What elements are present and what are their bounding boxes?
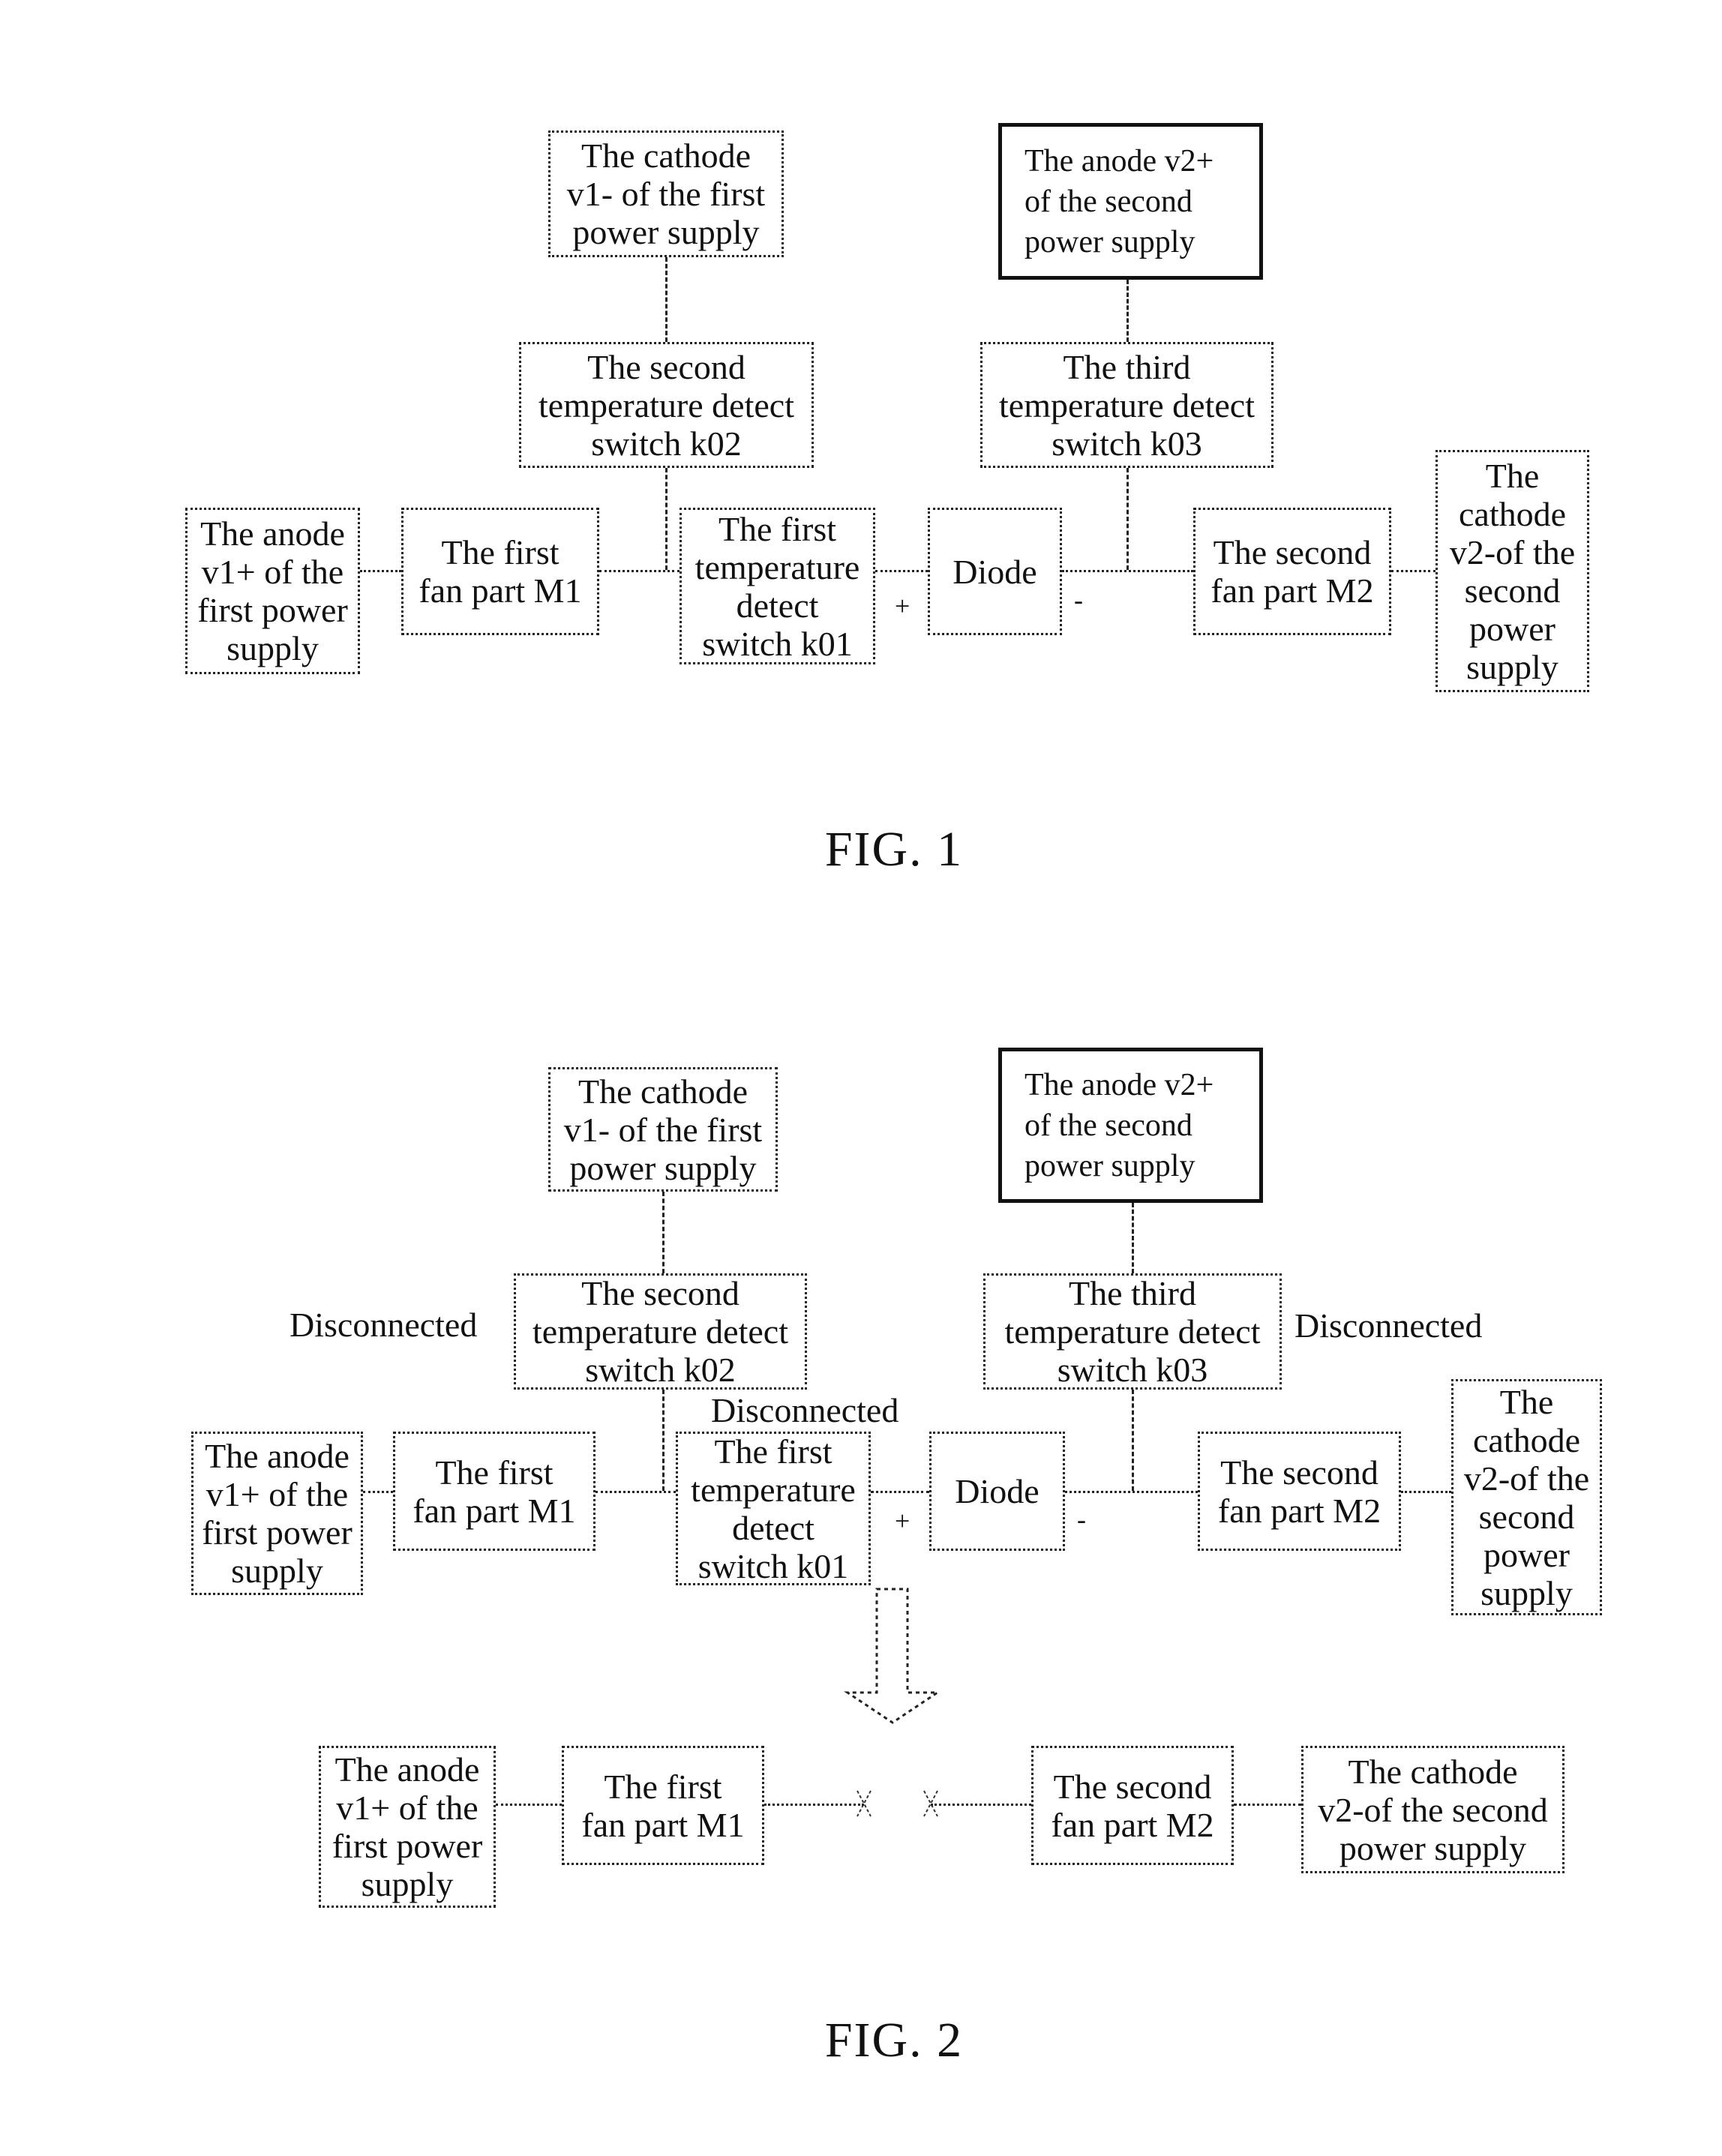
wire-result-break-to-m2 (931, 1804, 1031, 1806)
result-second-fan-part-m2: The second fan part M2 (1031, 1746, 1234, 1865)
box-label: The first fan part M1 (581, 1767, 745, 1844)
box-label: The cathode v2-of the second power suppl… (1318, 1752, 1548, 1867)
result-first-fan-part-m1: The first fan part M1 (562, 1746, 764, 1865)
wire-result-anode-v1-to-m1 (496, 1804, 562, 1806)
wire-result-m2-to-cathode-v2 (1234, 1804, 1301, 1806)
wire-result-m1-to-break (764, 1804, 864, 1806)
box-label: The anode v1+ of the first power supply (332, 1750, 483, 1903)
down-arrow-shape (844, 1588, 941, 1724)
box-label: The second fan part M2 (1051, 1767, 1214, 1844)
result-cathode-v2-second-power-supply: The cathode v2-of the second power suppl… (1301, 1746, 1564, 1873)
result-anode-v1-first-power-supply: The anode v1+ of the first power supply (319, 1746, 496, 1908)
figure-caption: FIG. 2 (824, 2013, 964, 2068)
